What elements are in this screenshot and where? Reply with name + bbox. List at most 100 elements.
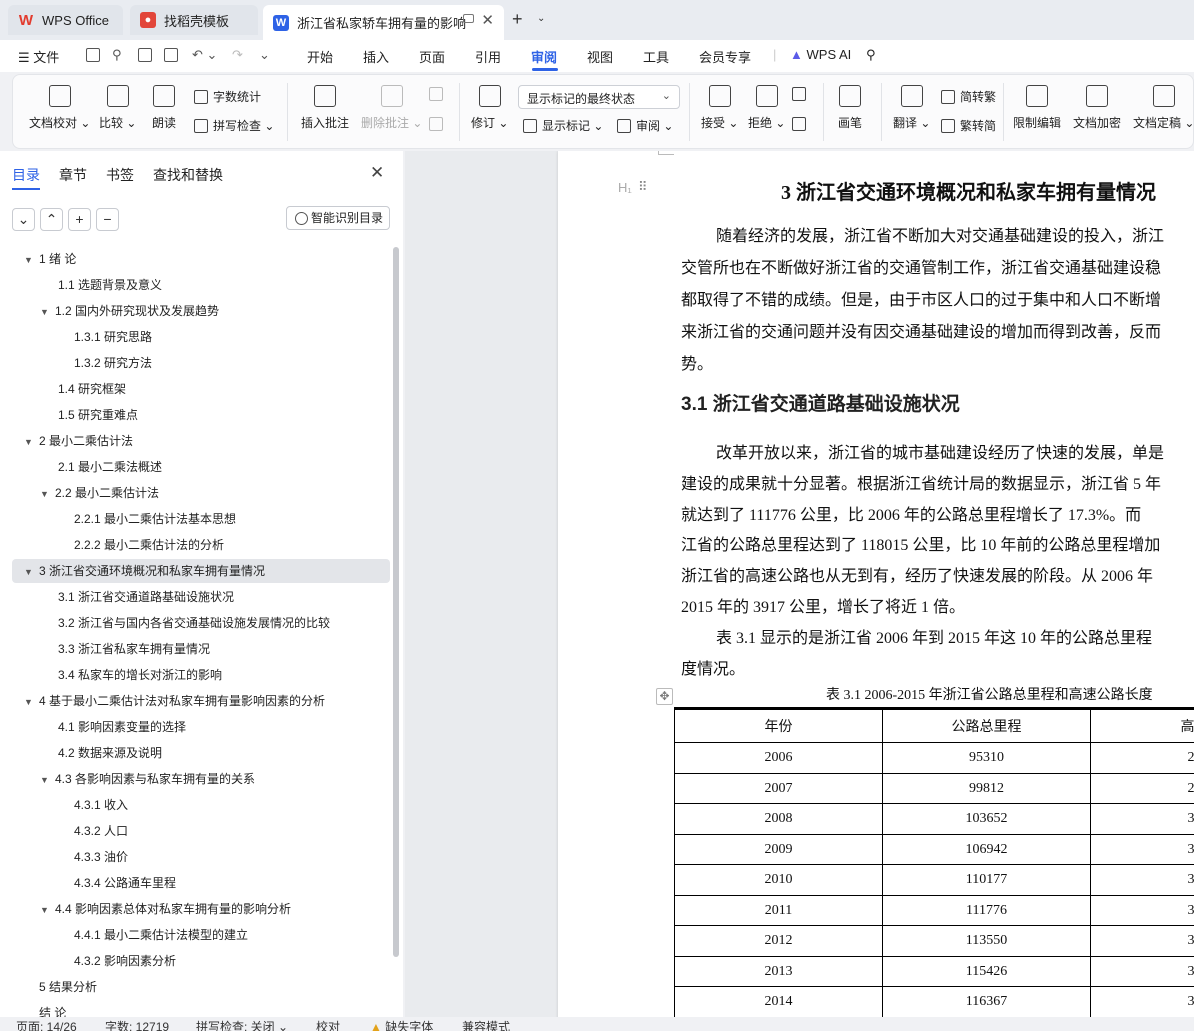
more-chevron-icon[interactable]: ⌄ xyxy=(259,47,270,63)
expand-triangle-icon[interactable]: ▼ xyxy=(40,768,52,792)
read-aloud-button[interactable]: 朗读 xyxy=(152,85,176,131)
tab-templates[interactable]: ● 找稻壳模板 xyxy=(130,5,258,35)
finalize-button[interactable]: 文档定稿 ⌄ xyxy=(1133,85,1194,131)
menu-tools[interactable]: 工具 xyxy=(643,47,669,66)
remove-level-button[interactable]: − xyxy=(96,208,119,231)
close-tab-icon[interactable]: ✕ xyxy=(481,11,494,29)
tab-document[interactable]: W 浙江省私家轿车拥有量的影响因素 ✕ xyxy=(263,5,504,40)
toc-item[interactable]: 4.2 数据来源及说明 xyxy=(40,741,162,765)
tab-wps-office[interactable]: W WPS Office xyxy=(8,5,123,35)
proof-status[interactable]: 校对 xyxy=(316,1018,340,1031)
tab-chapters[interactable]: 章节 xyxy=(59,165,87,185)
doc-check-button[interactable]: 文档校对 ⌄ xyxy=(29,85,90,131)
toc-item[interactable]: 4.3.2 人口 xyxy=(56,819,128,843)
file-menu[interactable]: ☰ 文件 xyxy=(18,47,59,66)
prev-change-icon[interactable] xyxy=(792,87,811,101)
toc-item[interactable]: 3.4 私家车的增长对浙江的影响 xyxy=(40,663,222,687)
toc-item[interactable]: 3.2 浙江省与国内各省交通基础设施发展情况的比较 xyxy=(40,611,330,635)
menu-page[interactable]: 页面 xyxy=(419,47,445,66)
toc-item[interactable]: ▼ 1.2 国内外研究现状及发展趋势 xyxy=(40,299,219,323)
compare-button[interactable]: 比较 ⌄ xyxy=(99,85,136,131)
toc-item[interactable]: 4.3.1 收入 xyxy=(56,793,128,817)
toc-item[interactable]: 1.4 研究框架 xyxy=(40,377,126,401)
expand-triangle-icon[interactable]: ▼ xyxy=(24,560,36,584)
drag-handle-icon[interactable]: ⠿ xyxy=(638,179,648,195)
tab-bookmarks[interactable]: 书签 xyxy=(106,165,134,185)
print-icon[interactable] xyxy=(138,48,152,62)
expand-triangle-icon[interactable]: ▼ xyxy=(40,300,52,324)
menu-review[interactable]: 审阅 xyxy=(531,47,557,66)
toc-item[interactable]: 3.3 浙江省私家车拥有量情况 xyxy=(40,637,210,661)
prev-comment-icon[interactable] xyxy=(429,87,448,101)
toc-item[interactable]: 5 结果分析 xyxy=(24,975,97,999)
smart-toc-button[interactable]: 智能识别目录 xyxy=(286,206,390,230)
toc-item[interactable]: 4.3.3 油价 xyxy=(56,845,128,869)
word-count-button[interactable]: 字数统计 xyxy=(194,88,261,105)
window-icon[interactable] xyxy=(463,14,474,23)
restrict-edit-button[interactable]: 限制编辑 xyxy=(1013,85,1061,131)
brush-button[interactable]: 画笔 xyxy=(838,85,862,131)
print-preview-icon[interactable] xyxy=(164,48,178,62)
undo-icon[interactable]: ↶ ⌄ xyxy=(192,47,217,63)
markup-state-select[interactable]: 显示标记的最终状态 ⌄ xyxy=(518,85,680,109)
toc-item[interactable]: 1.3.1 研究思路 xyxy=(56,325,152,349)
toc-item[interactable]: ▼ 1 绪 论 xyxy=(24,247,76,271)
toc-item[interactable]: 4.3.2 影响因素分析 xyxy=(56,949,176,973)
toc-item[interactable]: ▼ 4.4 影响因素总体对私家车拥有量的影响分析 xyxy=(40,897,291,921)
link-icon[interactable]: ⚲ xyxy=(112,47,122,63)
spell-check-button[interactable]: 拼写检查 ⌄ xyxy=(194,117,274,134)
page-indicator[interactable]: 页面: 14/26 xyxy=(16,1018,77,1031)
missing-font-status[interactable]: ▲ 缺失字体 xyxy=(370,1018,433,1031)
to-simplified-button[interactable]: 繁转简 xyxy=(941,117,996,134)
collapse-up-button[interactable]: ⌃ xyxy=(40,208,63,231)
tab-find-replace[interactable]: 查找和替换 xyxy=(153,165,223,185)
save-icon[interactable] xyxy=(86,48,100,62)
show-markup-button[interactable]: 显示标记 ⌄ xyxy=(523,117,603,134)
insert-comment-button[interactable]: 插入批注 xyxy=(301,85,349,131)
table-move-icon[interactable]: ✥ xyxy=(656,688,673,705)
wps-ai-button[interactable]: ▲ WPS AI xyxy=(790,47,851,62)
chevron-down-icon[interactable]: ⌄ xyxy=(537,13,545,24)
expand-down-button[interactable]: ⌄ xyxy=(12,208,35,231)
menu-insert[interactable]: 插入 xyxy=(363,47,389,66)
next-change-icon[interactable] xyxy=(792,117,811,131)
menu-member[interactable]: 会员专享 xyxy=(699,47,751,66)
toc-item[interactable]: ▼ 4 基于最小二乘估计法对私家车拥有量影响因素的分析 xyxy=(24,689,325,713)
word-count-status[interactable]: 字数: 12719 xyxy=(105,1018,169,1031)
next-comment-icon[interactable] xyxy=(429,117,448,131)
encrypt-button[interactable]: 文档加密 xyxy=(1073,85,1121,131)
toc-item[interactable]: 1.5 研究重难点 xyxy=(40,403,138,427)
expand-triangle-icon[interactable]: ▼ xyxy=(24,690,36,714)
expand-triangle-icon[interactable]: ▼ xyxy=(24,248,36,272)
track-changes-button[interactable]: 修订 ⌄ xyxy=(471,85,508,131)
close-pane-icon[interactable]: ✕ xyxy=(370,163,384,183)
accept-button[interactable]: 接受 ⌄ xyxy=(701,85,738,131)
menu-references[interactable]: 引用 xyxy=(475,47,501,66)
expand-triangle-icon[interactable]: ▼ xyxy=(24,430,36,454)
translate-button[interactable]: 翻译 ⌄ xyxy=(893,85,930,131)
menu-home[interactable]: 开始 xyxy=(307,47,333,66)
search-icon[interactable]: ⚲ xyxy=(866,47,876,63)
to-traditional-button[interactable]: 简转繁 xyxy=(941,88,996,105)
toc-item[interactable]: ▼ 2.2 最小二乘估计法 xyxy=(40,481,159,505)
delete-comment-button[interactable]: 删除批注 ⌄ xyxy=(361,85,422,131)
review-pane-button[interactable]: 审阅 ⌄ xyxy=(617,117,673,134)
expand-triangle-icon[interactable]: ▼ xyxy=(40,482,52,506)
new-tab-icon[interactable]: + xyxy=(512,9,523,30)
toc-item[interactable]: 3.1 浙江省交通道路基础设施状况 xyxy=(40,585,234,609)
toc-item[interactable]: 2.2.2 最小二乘估计法的分析 xyxy=(56,533,224,557)
add-level-button[interactable]: + xyxy=(68,208,91,231)
toc-item[interactable]: ▼ 4.3 各影响因素与私家车拥有量的关系 xyxy=(40,767,255,791)
spell-status[interactable]: 拼写检查: 关闭 ⌄ xyxy=(196,1018,288,1031)
toc-scrollbar[interactable] xyxy=(393,247,399,957)
toc-item[interactable]: ▼ 2 最小二乘估计法 xyxy=(24,429,133,453)
toc-item[interactable]: ▼ 3 浙江省交通环境概况和私家车拥有量情况 xyxy=(12,559,390,583)
tab-toc[interactable]: 目录 xyxy=(12,165,40,190)
document-page[interactable]: H₁ ⠿ 3 浙江省交通环境概况和私家车拥有量情况 随着经济的发展，浙江省不断加… xyxy=(558,151,1194,1017)
toc-item[interactable]: 4.4.1 最小二乘估计法模型的建立 xyxy=(56,923,248,947)
toc-item[interactable]: 1.1 选题背景及意义 xyxy=(40,273,162,297)
redo-icon[interactable]: ↷ xyxy=(232,47,243,63)
toc-item[interactable]: 2.1 最小二乘法概述 xyxy=(40,455,162,479)
toc-item[interactable]: 4.1 影响因素变量的选择 xyxy=(40,715,186,739)
toc-item[interactable]: 1.3.2 研究方法 xyxy=(56,351,152,375)
